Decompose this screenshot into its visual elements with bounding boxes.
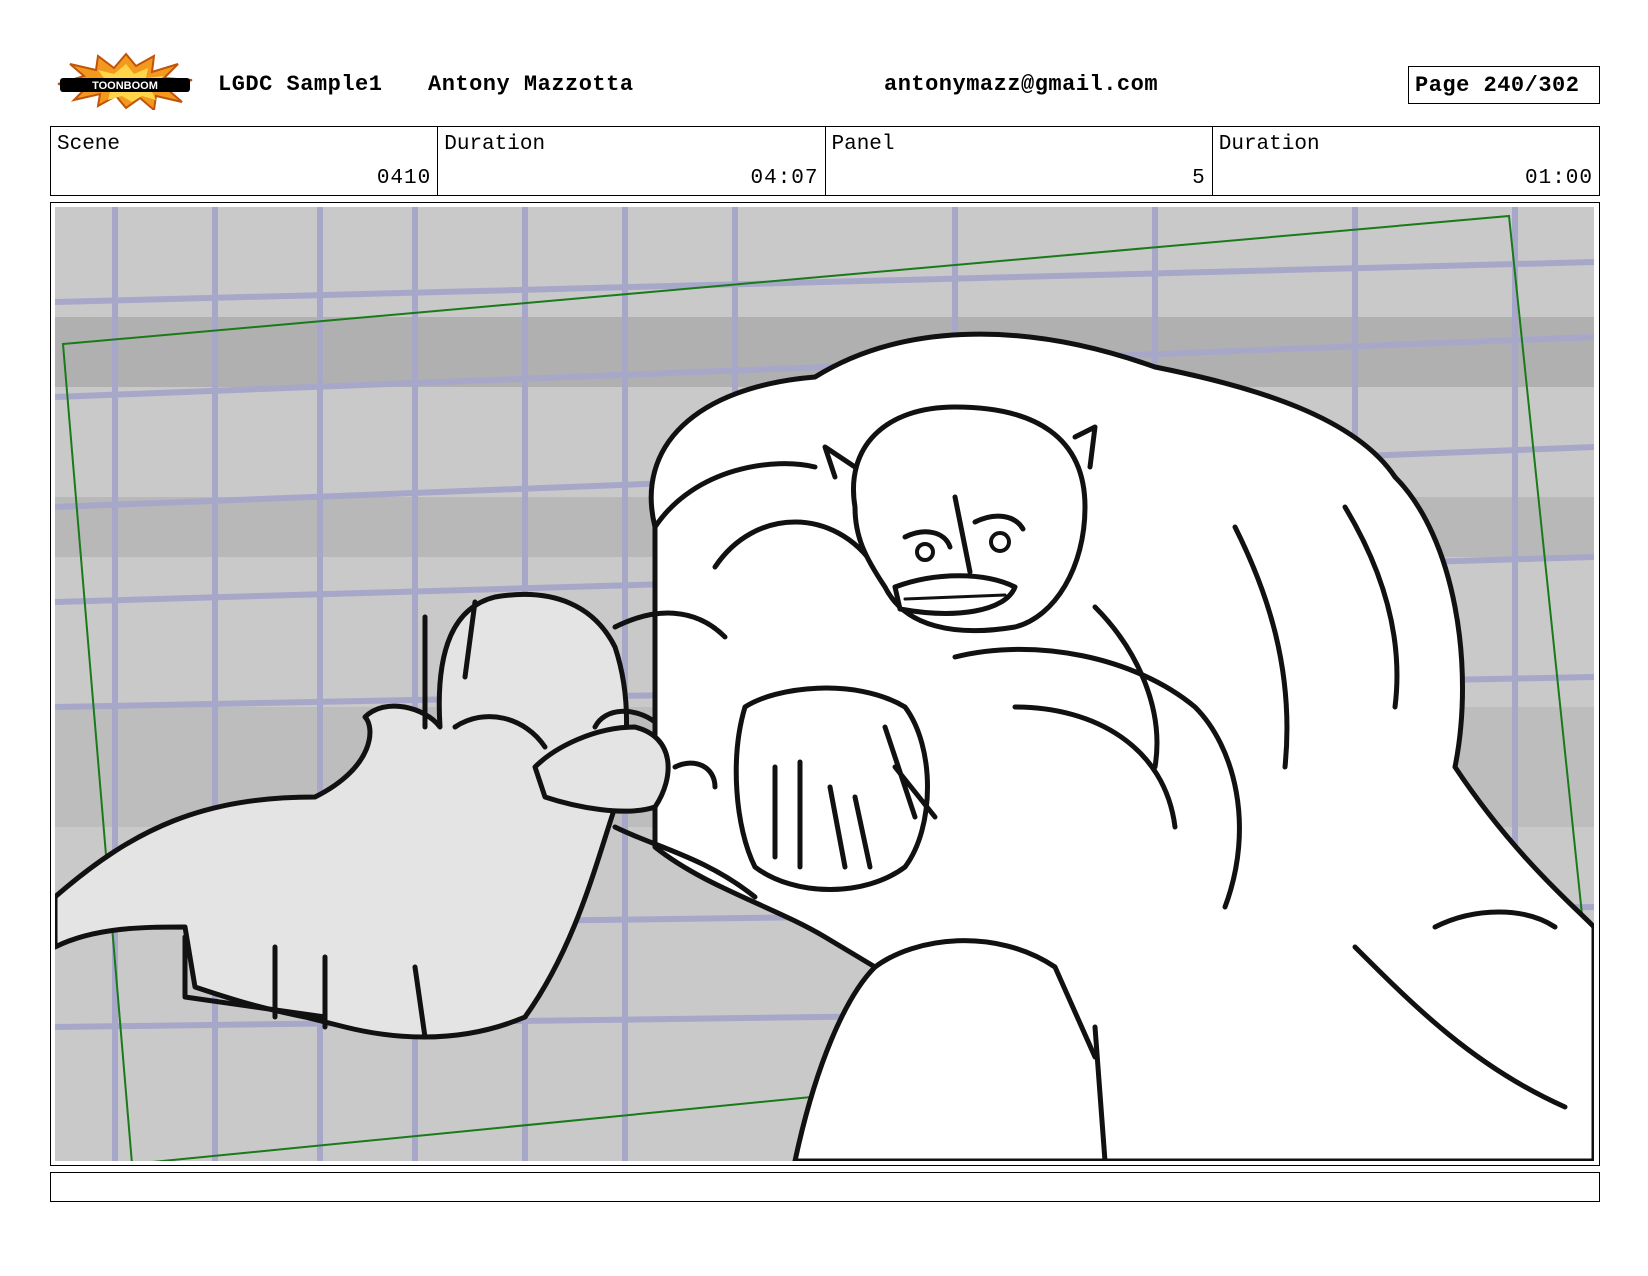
scene-cell: Scene 0410	[51, 127, 439, 195]
page-number: Page 240/302	[1415, 73, 1580, 98]
panel-duration-label: Duration	[1218, 133, 1320, 156]
page-header: TOONBOOM LGDC Sample1 Antony Mazzotta an…	[56, 52, 1604, 112]
scene-label: Scene	[57, 133, 121, 156]
page-number-box: Page 240/302	[1408, 66, 1600, 104]
caption-box	[50, 1172, 1600, 1202]
author-name: Antony Mazzotta	[428, 72, 634, 97]
panel-label: Panel	[831, 133, 895, 156]
scene-duration-value: 04:07	[750, 167, 819, 190]
panel-duration-cell: Duration 01:00	[1213, 127, 1599, 195]
storyboard-panel	[50, 202, 1600, 1166]
author-email: antonymazz@gmail.com	[884, 72, 1159, 97]
scene-duration-label: Duration	[444, 133, 546, 156]
scene-value: 0410	[376, 167, 432, 190]
panel-value: 5	[1192, 167, 1206, 190]
panel-duration-value: 01:00	[1524, 167, 1593, 190]
toonboom-logo: TOONBOOM	[56, 52, 196, 112]
svg-text:TOONBOOM: TOONBOOM	[92, 80, 158, 92]
panel-sketch	[55, 207, 1594, 1161]
scene-duration-cell: Duration 04:07	[438, 127, 826, 195]
panel-cell: Panel 5	[826, 127, 1213, 195]
project-title: LGDC Sample1	[218, 72, 383, 97]
scene-info-table: Scene 0410 Duration 04:07 Panel 5 Durati…	[50, 126, 1600, 196]
